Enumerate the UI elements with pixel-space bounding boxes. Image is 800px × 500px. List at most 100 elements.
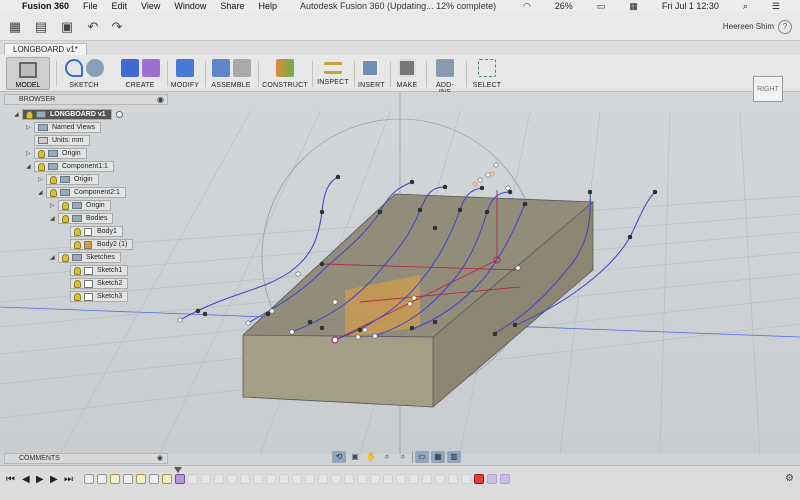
- sketch1-node[interactable]: Sketch1: [62, 265, 129, 276]
- flag-icon[interactable]: ▦: [629, 1, 638, 12]
- timeline-feature[interactable]: [422, 474, 432, 484]
- save-icon[interactable]: ▣: [58, 18, 76, 36]
- ribbon-group-sketch[interactable]: SKETCH: [62, 57, 106, 90]
- visibility-bulb-icon[interactable]: [74, 266, 81, 275]
- timeline-feature[interactable]: [305, 474, 315, 484]
- visibility-bulb-icon[interactable]: [38, 149, 45, 158]
- timeline-feature[interactable]: [435, 474, 445, 484]
- timeline-feature[interactable]: [136, 474, 146, 484]
- sketches-node[interactable]: ◢ Sketches: [50, 252, 121, 263]
- body1-node[interactable]: Body1: [62, 226, 123, 237]
- timeline-feature[interactable]: [214, 474, 224, 484]
- visibility-bulb-icon[interactable]: [50, 188, 57, 197]
- menu-edit[interactable]: Edit: [112, 1, 128, 11]
- pin-icon[interactable]: ◉: [157, 95, 164, 105]
- timeline-feature[interactable]: [461, 474, 471, 484]
- timeline-feature[interactable]: [448, 474, 458, 484]
- visibility-bulb-icon[interactable]: [62, 253, 69, 262]
- visibility-bulb-icon[interactable]: [74, 292, 81, 301]
- collapse-icon[interactable]: ◢: [50, 254, 58, 261]
- user-menu[interactable]: Heereen Shim: [723, 22, 774, 31]
- undo-icon[interactable]: ↶: [84, 18, 102, 36]
- timeline-feature[interactable]: [188, 474, 198, 484]
- orbit-icon[interactable]: ⟲: [332, 451, 346, 463]
- data-panel-grid-icon[interactable]: ▦: [6, 18, 24, 36]
- expand-icon[interactable]: ▷: [26, 150, 34, 157]
- joint-icon[interactable]: [232, 59, 251, 77]
- view-cube-face[interactable]: RIGHT: [753, 76, 783, 102]
- extrude-icon[interactable]: [120, 59, 139, 77]
- ribbon-group-inspect[interactable]: INSPECT: [316, 57, 350, 90]
- timeline-feature[interactable]: [500, 474, 510, 484]
- pan-icon[interactable]: ✋: [364, 451, 378, 463]
- ribbon-group-insert[interactable]: INSERT: [358, 57, 385, 90]
- timeline-feature[interactable]: [149, 474, 159, 484]
- ribbon-group-assemble[interactable]: ASSEMBLE: [209, 57, 253, 90]
- component2-origin-node[interactable]: ▷ Origin: [50, 200, 111, 211]
- named-views-node[interactable]: ▷ Named Views: [26, 122, 102, 133]
- select-arrow-icon[interactable]: [478, 59, 496, 77]
- view-cube[interactable]: RIGHT: [751, 72, 785, 104]
- grid-snaps-icon[interactable]: ▦: [431, 451, 445, 463]
- bodies-node[interactable]: ◢ Bodies: [50, 213, 114, 224]
- search-icon[interactable]: ⌕: [743, 1, 748, 12]
- visibility-bulb-icon[interactable]: [74, 240, 81, 249]
- timeline-feature[interactable]: [279, 474, 289, 484]
- menu-window[interactable]: Window: [174, 1, 206, 11]
- timeline-feature[interactable]: [487, 474, 497, 484]
- timeline-feature[interactable]: [110, 474, 120, 484]
- menu-share[interactable]: Share: [220, 1, 244, 11]
- body2-node[interactable]: Body2 (1): [62, 239, 134, 250]
- zoom-icon[interactable]: ⌕: [380, 451, 394, 463]
- timeline-feature[interactable]: [84, 474, 94, 484]
- look-at-icon[interactable]: ▣: [348, 451, 362, 463]
- menu-help[interactable]: Help: [258, 1, 277, 11]
- sketch2-node[interactable]: Sketch2: [62, 278, 129, 289]
- timeline-feature[interactable]: [175, 474, 185, 484]
- ribbon-group-modify[interactable]: MODIFY: [170, 57, 200, 90]
- browser-header[interactable]: BROWSER ◉: [4, 94, 168, 105]
- scripts-icon[interactable]: [436, 59, 454, 77]
- tree-root[interactable]: ◢ LONGBOARD v1: [14, 109, 123, 120]
- timeline-feature[interactable]: [370, 474, 380, 484]
- redo-icon[interactable]: ↷: [108, 18, 126, 36]
- timeline-feature[interactable]: [240, 474, 250, 484]
- assemble-menu[interactable]: ASSEMBLE: [209, 82, 253, 89]
- sketch-circle-icon[interactable]: [85, 59, 104, 77]
- new-component-icon[interactable]: [211, 59, 230, 77]
- units-node[interactable]: Units: mm: [26, 135, 90, 146]
- root-document-node[interactable]: LONGBOARD v1: [22, 109, 112, 120]
- comments-expand-icon[interactable]: ◉: [157, 454, 163, 464]
- step-back-icon[interactable]: ◀: [22, 474, 30, 485]
- construct-menu[interactable]: CONSTRUCT: [262, 82, 308, 89]
- sketch-line-icon[interactable]: [64, 59, 83, 77]
- create-menu[interactable]: CREATE: [116, 82, 164, 89]
- ribbon-group-create[interactable]: CREATE: [116, 57, 164, 90]
- timeline-feature[interactable]: [331, 474, 341, 484]
- comments-panel[interactable]: COMMENTS ◉: [4, 453, 168, 464]
- go-to-end-icon[interactable]: ⏭: [64, 474, 73, 485]
- measure-icon[interactable]: [324, 62, 342, 74]
- battery-percent[interactable]: 26%: [555, 1, 573, 12]
- visibility-bulb-icon[interactable]: [74, 227, 81, 236]
- timeline-feature[interactable]: [227, 474, 237, 484]
- component1-node[interactable]: ◢ Component1:1: [26, 161, 114, 172]
- visibility-bulb-icon[interactable]: [62, 214, 69, 223]
- document-tab[interactable]: LONGBOARD v1*: [4, 43, 87, 55]
- timeline-feature[interactable]: [357, 474, 367, 484]
- timeline-feature[interactable]: [396, 474, 406, 484]
- fit-icon[interactable]: ⌕: [396, 451, 410, 463]
- timeline-feature[interactable]: [201, 474, 211, 484]
- help-icon[interactable]: ?: [778, 20, 792, 34]
- inspect-menu[interactable]: INSPECT: [316, 79, 350, 86]
- display-settings-icon[interactable]: ▭: [415, 451, 429, 463]
- timeline-marker[interactable]: [174, 467, 182, 473]
- visibility-bulb-icon[interactable]: [62, 201, 69, 210]
- timeline-feature[interactable]: [318, 474, 328, 484]
- make-menu[interactable]: MAKE: [394, 82, 420, 89]
- menu-app-name[interactable]: Fusion 360: [22, 1, 69, 11]
- expand-icon[interactable]: ▷: [50, 202, 58, 209]
- visibility-bulb-icon[interactable]: [74, 279, 81, 288]
- menu-list-icon[interactable]: ☰: [772, 1, 780, 12]
- select-menu[interactable]: SELECT: [472, 82, 502, 89]
